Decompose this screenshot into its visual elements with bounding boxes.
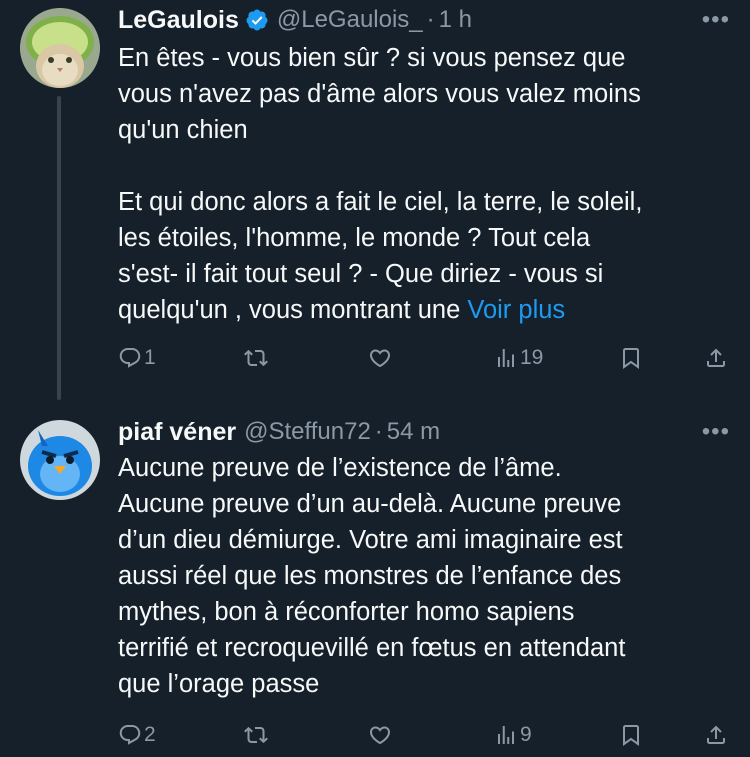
reply-button[interactable]: 1 <box>118 341 156 375</box>
action-bar: 2 9 <box>0 718 750 752</box>
bookmark-button[interactable] <box>619 718 643 752</box>
timestamp[interactable]: 54 m <box>387 418 440 446</box>
share-icon <box>707 348 725 367</box>
cat-avatar-icon <box>20 8 100 88</box>
avatar[interactable] <box>20 8 100 88</box>
bookmark-icon <box>623 348 639 369</box>
views-button[interactable]: 9 <box>494 718 532 752</box>
like-button[interactable] <box>368 341 392 375</box>
bird-avatar-icon <box>20 420 100 500</box>
retweet-button[interactable] <box>244 341 268 375</box>
tweet-text: Aucune preuve de l’existence de l’âme. A… <box>118 450 730 702</box>
reply-button[interactable]: 2 <box>118 718 156 752</box>
views-icon <box>498 726 514 744</box>
bookmark-icon <box>623 725 639 746</box>
like-icon <box>369 349 391 368</box>
reply-icon <box>119 348 141 368</box>
share-icon <box>707 725 725 744</box>
views-count: 19 <box>520 346 544 369</box>
bookmark-button[interactable] <box>619 341 643 375</box>
see-more-link[interactable]: Voir plus <box>467 296 565 324</box>
tweet[interactable]: LeGaulois @LeGaulois_ · 1 h ••• En êtes … <box>0 0 750 400</box>
tweet-paragraph: Et qui donc alors a fait le ciel, la ter… <box>118 184 730 328</box>
reply-icon <box>119 725 141 745</box>
avatar[interactable] <box>20 420 100 500</box>
tweet-paragraph: Aucune preuve de l’existence de l’âme. A… <box>118 454 626 698</box>
reply-count: 1 <box>144 346 156 369</box>
views-icon <box>498 349 514 367</box>
action-bar: 1 19 <box>0 341 750 375</box>
tweet[interactable]: piaf véner @Steffun72 · 54 m ••• Aucune … <box>0 400 750 757</box>
verified-badge-icon <box>246 9 268 31</box>
like-button[interactable] <box>368 718 392 752</box>
tweet-header: piaf véner @Steffun72 · 54 m ••• <box>118 414 730 450</box>
retweet-icon <box>244 726 268 744</box>
tweet-text: En êtes - vous bien sûr ? si vous pensez… <box>118 40 730 328</box>
more-icon[interactable]: ••• <box>702 2 730 38</box>
author-name[interactable]: piaf véner <box>118 418 236 447</box>
separator-dot: · <box>426 6 435 33</box>
share-button[interactable] <box>704 718 728 752</box>
views-button[interactable]: 19 <box>494 341 543 375</box>
like-icon <box>369 726 391 745</box>
separator-dot: · <box>374 418 383 445</box>
tweet-header: LeGaulois @LeGaulois_ · 1 h ••• <box>118 2 730 38</box>
timestamp[interactable]: 1 h <box>439 6 472 34</box>
author-handle[interactable]: @Steffun72 <box>244 418 371 446</box>
author-name[interactable]: LeGaulois <box>118 6 239 35</box>
views-count: 9 <box>520 723 532 746</box>
tweet-paragraph: En êtes - vous bien sûr ? si vous pensez… <box>118 44 641 144</box>
share-button[interactable] <box>704 341 728 375</box>
author-handle[interactable]: @LeGaulois_ <box>277 6 423 34</box>
more-icon[interactable]: ••• <box>702 414 730 450</box>
reply-count: 2 <box>144 723 156 746</box>
retweet-icon <box>244 349 268 367</box>
retweet-button[interactable] <box>244 718 268 752</box>
